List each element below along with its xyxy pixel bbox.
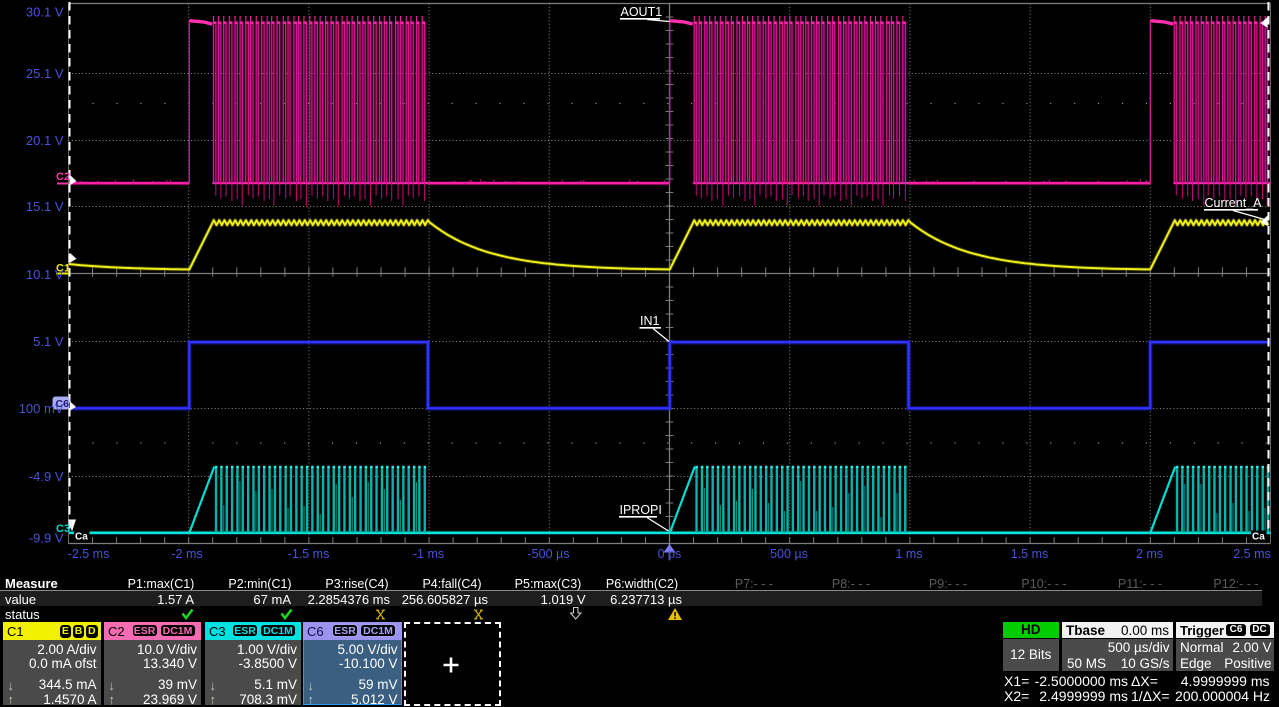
svg-text:500 µs: 500 µs: [770, 547, 808, 561]
svg-text:5.1 V: 5.1 V: [33, 334, 64, 349]
svg-text:15.1 V: 15.1 V: [26, 199, 64, 214]
svg-text:20.1 V: 20.1 V: [26, 133, 64, 148]
svg-text:IN1: IN1: [640, 314, 660, 328]
svg-text:-1 ms: -1 ms: [413, 547, 444, 561]
svg-text:2 ms: 2 ms: [1136, 547, 1163, 561]
svg-text:-9.9 V: -9.9 V: [29, 531, 64, 546]
svg-text:Ca: Ca: [1252, 532, 1265, 543]
svg-text:2.5 ms: 2.5 ms: [1233, 547, 1271, 561]
svg-text:1 ms: 1 ms: [895, 547, 922, 561]
svg-text:C2: C2: [56, 171, 70, 183]
svg-text:Current_A: Current_A: [1205, 196, 1263, 210]
svg-text:100 mV: 100 mV: [19, 401, 64, 416]
svg-text:-4.9 V: -4.9 V: [29, 469, 64, 484]
svg-text:1.5 ms: 1.5 ms: [1011, 547, 1049, 561]
svg-text:-2.5 ms: -2.5 ms: [68, 547, 110, 561]
svg-text:30.1 V: 30.1 V: [26, 5, 64, 20]
svg-text:0 ps: 0 ps: [658, 547, 682, 561]
svg-text:AOUT1: AOUT1: [621, 5, 663, 19]
svg-text:Ca: Ca: [75, 532, 88, 543]
svg-text:-500 µs: -500 µs: [528, 547, 570, 561]
svg-text:25.1 V: 25.1 V: [26, 66, 64, 81]
svg-text:-2 ms: -2 ms: [171, 547, 202, 561]
svg-text:IPROPI: IPROPI: [620, 503, 662, 517]
svg-text:-1.5 ms: -1.5 ms: [288, 547, 330, 561]
svg-text:10.1 V: 10.1 V: [26, 267, 64, 282]
